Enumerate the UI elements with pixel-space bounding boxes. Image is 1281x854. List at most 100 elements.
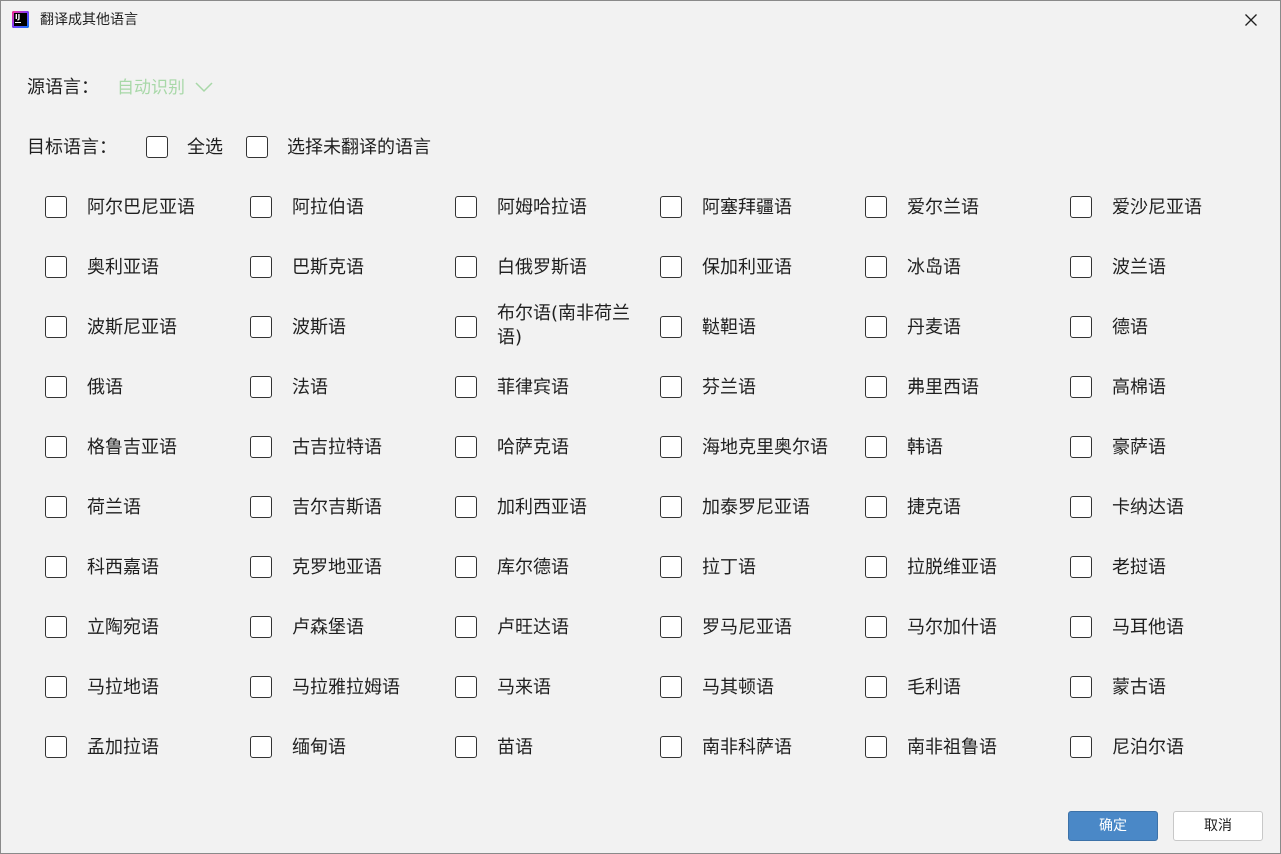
app-logo-icon: IJ (12, 11, 29, 28)
language-checkbox[interactable] (1070, 316, 1092, 338)
language-label: 巴斯克语 (292, 257, 364, 278)
source-language-dropdown[interactable]: 自动识别 (117, 77, 213, 99)
language-checkbox[interactable] (660, 496, 682, 518)
select-untranslated-checkbox[interactable] (246, 136, 268, 158)
language-checkbox[interactable] (1070, 496, 1092, 518)
language-checkbox[interactable] (250, 736, 272, 758)
language-checkbox[interactable] (1070, 556, 1092, 578)
language-checkbox[interactable] (455, 616, 477, 638)
source-language-value: 自动识别 (117, 78, 185, 98)
language-checkbox[interactable] (865, 616, 887, 638)
language-checkbox[interactable] (45, 256, 67, 278)
title-bar: IJ 翻译成其他语言 (1, 1, 1280, 39)
close-icon (1245, 14, 1257, 26)
language-checkbox[interactable] (1070, 616, 1092, 638)
language-label: 捷克语 (907, 497, 961, 518)
window-title: 翻译成其他语言 (40, 12, 138, 28)
ok-button[interactable]: 确定 (1068, 811, 1158, 841)
language-label: 缅甸语 (292, 737, 346, 758)
language-label: 白俄罗斯语 (497, 257, 587, 278)
language-checkbox[interactable] (865, 436, 887, 458)
language-label: 苗语 (497, 737, 533, 758)
language-checkbox[interactable] (660, 256, 682, 278)
language-label: 科西嘉语 (87, 557, 159, 578)
language-label: 波斯尼亚语 (87, 317, 177, 338)
language-checkbox[interactable] (1070, 676, 1092, 698)
select-all-checkbox[interactable] (146, 136, 168, 158)
language-checkbox[interactable] (865, 256, 887, 278)
language-checkbox[interactable] (660, 616, 682, 638)
language-checkbox[interactable] (250, 376, 272, 398)
language-checkbox[interactable] (455, 436, 477, 458)
language-checkbox[interactable] (455, 256, 477, 278)
language-label: 罗马尼亚语 (702, 617, 792, 638)
language-checkbox[interactable] (865, 376, 887, 398)
language-checkbox[interactable] (45, 196, 67, 218)
language-checkbox[interactable] (1070, 436, 1092, 458)
language-checkbox[interactable] (1070, 196, 1092, 218)
language-checkbox[interactable] (45, 496, 67, 518)
language-checkbox[interactable] (1070, 376, 1092, 398)
language-checkbox[interactable] (865, 316, 887, 338)
language-label: 高棉语 (1112, 377, 1166, 398)
language-checkbox[interactable] (865, 736, 887, 758)
language-label: 保加利亚语 (702, 257, 792, 278)
language-label: 冰岛语 (907, 257, 961, 278)
language-checkbox[interactable] (865, 196, 887, 218)
language-checkbox[interactable] (865, 676, 887, 698)
language-checkbox[interactable] (45, 376, 67, 398)
language-checkbox[interactable] (455, 556, 477, 578)
language-checkbox[interactable] (660, 436, 682, 458)
language-label: 古吉拉特语 (292, 437, 382, 458)
language-label: 布尔语(南非荷兰语) (497, 303, 631, 348)
cancel-button[interactable]: 取消 (1173, 811, 1263, 841)
language-label: 海地克里奥尔语 (702, 437, 828, 458)
language-label: 爱沙尼亚语 (1112, 197, 1202, 218)
language-checkbox[interactable] (250, 196, 272, 218)
language-checkbox[interactable] (455, 496, 477, 518)
language-checkbox[interactable] (660, 316, 682, 338)
language-label: 南非科萨语 (702, 737, 792, 758)
close-button[interactable] (1222, 1, 1280, 39)
language-checkbox[interactable] (865, 556, 887, 578)
language-checkbox[interactable] (45, 556, 67, 578)
language-label: 加利西亚语 (497, 497, 587, 518)
language-checkbox[interactable] (455, 676, 477, 698)
language-label: 孟加拉语 (87, 737, 159, 758)
language-checkbox[interactable] (250, 436, 272, 458)
language-checkbox[interactable] (660, 736, 682, 758)
language-checkbox[interactable] (250, 676, 272, 698)
language-checkbox[interactable] (660, 556, 682, 578)
language-checkbox[interactable] (45, 436, 67, 458)
language-label: 拉丁语 (702, 557, 756, 578)
language-checkbox[interactable] (455, 736, 477, 758)
language-checkbox[interactable] (660, 676, 682, 698)
language-checkbox[interactable] (455, 196, 477, 218)
language-label: 丹麦语 (907, 317, 961, 338)
language-checkbox[interactable] (660, 376, 682, 398)
language-checkbox[interactable] (250, 616, 272, 638)
language-checkbox[interactable] (45, 616, 67, 638)
language-checkbox[interactable] (250, 256, 272, 278)
language-label: 马来语 (497, 677, 551, 698)
language-label: 奥利亚语 (87, 257, 159, 278)
language-checkbox[interactable] (865, 496, 887, 518)
language-checkbox[interactable] (45, 316, 67, 338)
language-checkbox[interactable] (250, 316, 272, 338)
language-checkbox[interactable] (455, 316, 477, 338)
language-checkbox[interactable] (45, 676, 67, 698)
language-checkbox[interactable] (1070, 736, 1092, 758)
language-checkbox[interactable] (250, 556, 272, 578)
language-checkbox[interactable] (660, 196, 682, 218)
language-checkbox[interactable] (250, 496, 272, 518)
language-label: 克罗地亚语 (292, 557, 382, 578)
language-checkbox[interactable] (1070, 256, 1092, 278)
language-checkbox[interactable] (45, 736, 67, 758)
language-checkbox[interactable] (455, 376, 477, 398)
language-label: 豪萨语 (1112, 437, 1166, 458)
language-label: 爱尔兰语 (907, 197, 979, 218)
language-label: 格鲁吉亚语 (87, 437, 177, 458)
source-language-label: 源语言： (27, 77, 99, 98)
language-label: 菲律宾语 (497, 377, 569, 398)
language-label: 鞑靼语 (702, 317, 756, 338)
